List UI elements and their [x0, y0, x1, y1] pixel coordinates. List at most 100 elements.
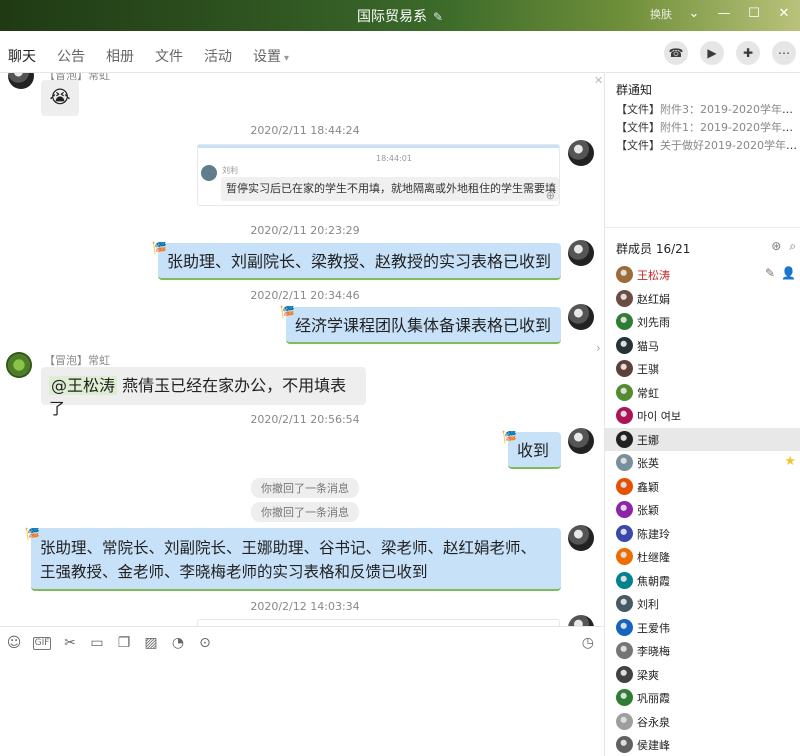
video-call-icon[interactable]: ▶	[700, 41, 724, 65]
quoted-message-card[interactable]	[197, 619, 560, 626]
avatar	[616, 618, 633, 636]
zoom-in-icon[interactable]: ⊕	[546, 189, 555, 202]
timestamp: 2020/2/11 20:23:29	[250, 224, 360, 237]
gif-icon[interactable]: GIF	[33, 637, 51, 650]
member-item[interactable]: 巩丽霞	[605, 686, 800, 709]
member-item[interactable]: 王松涛 ✎ 👤	[605, 263, 800, 286]
notice-item[interactable]: 【文件】附件3：2019-2020学年度第二...	[616, 101, 798, 117]
member-item[interactable]: 张颖	[605, 498, 800, 521]
member-item[interactable]: 常虹	[605, 381, 800, 404]
member-item[interactable]: 刘先雨	[605, 310, 800, 333]
skin-button[interactable]: 换肤	[650, 6, 672, 22]
avatar	[616, 712, 633, 730]
avatar[interactable]	[6, 352, 32, 378]
message-text: 张助理、常院长、刘副院长、王娜助理、谷书记、梁老师、赵红娟老师、	[40, 539, 537, 557]
member-manage-icon[interactable]: ⊛	[771, 239, 781, 254]
avatar[interactable]	[568, 240, 594, 266]
tab-files[interactable]: 文件	[155, 46, 183, 66]
emoji-message[interactable]: 😭	[41, 80, 79, 116]
avatar[interactable]	[8, 73, 34, 89]
edit-icon[interactable]: ✎	[433, 10, 443, 24]
member-item[interactable]: 猫马	[605, 334, 800, 357]
sender-name: 【冒泡】常虹	[44, 354, 110, 367]
edit-icon[interactable]: ✎	[765, 266, 775, 280]
phone-icon[interactable]: ☎	[664, 41, 688, 65]
maximize-button[interactable]: ☐	[746, 6, 762, 22]
tab-announcement[interactable]: 公告	[57, 46, 85, 66]
tab-settings[interactable]: 设置 ▾	[253, 46, 289, 66]
member-name: 刘先雨	[637, 316, 670, 329]
message-bubble[interactable]: @王松涛 燕倩玉已经在家办公，不用填表了	[41, 367, 366, 418]
member-item[interactable]: 鑫颖	[605, 475, 800, 498]
folder-icon[interactable]: ▭	[89, 635, 105, 651]
quote-time: 18:44:01	[376, 154, 412, 163]
close-button[interactable]: ✕	[776, 6, 792, 22]
member-item[interactable]: 杜继隆	[605, 545, 800, 568]
notice-item[interactable]: 【文件】附件1：2019-2020学年度第二...	[616, 119, 798, 135]
avatar[interactable]	[568, 428, 594, 454]
avatar[interactable]	[568, 615, 594, 626]
message-bubble[interactable]: 🎏 经济学课程团队集体备课表格已收到	[280, 305, 561, 344]
tab-chat[interactable]: 聊天	[8, 46, 36, 66]
scissors-icon[interactable]: ✂	[62, 635, 78, 651]
member-item[interactable]: 刘利	[605, 592, 800, 615]
member-item[interactable]: 张英 ★	[605, 451, 800, 474]
message-bubble[interactable]: 🎏 收到	[502, 430, 561, 469]
add-chat-icon[interactable]: ✚	[736, 41, 760, 65]
member-item[interactable]: 王爱伟	[605, 616, 800, 639]
quoted-message-card[interactable]: 18:44:01 刘利 暂停实习后已在家的学生不用填，就地隔离或外地租住的学生需…	[197, 144, 560, 206]
history-icon[interactable]: ◷	[582, 635, 594, 651]
doc-icon[interactable]: ❐	[116, 635, 132, 651]
avatar	[616, 642, 633, 659]
member-item[interactable]: 陈建玲	[605, 522, 800, 545]
member-item[interactable]: 李晓梅	[605, 639, 800, 662]
member-name: 杜继隆	[637, 551, 670, 564]
member-name: 侯建峰	[637, 739, 670, 752]
member-item[interactable]: 梁爽	[605, 663, 800, 686]
member-item[interactable]: 王娜	[605, 427, 800, 451]
member-item[interactable]: 谷永泉	[605, 710, 800, 733]
recall-notice: 你撤回了一条消息	[251, 502, 359, 522]
tab-album[interactable]: 相册	[106, 46, 134, 66]
chat-history[interactable]: 【冒泡】常虹 😭 2020/2/11 18:44:24 18:44:01 刘利 …	[0, 73, 604, 626]
member-name: 陈建玲	[637, 527, 670, 541]
notice-text: 关于做好2019-2020学年度第...	[660, 139, 798, 152]
mention[interactable]: @王松涛	[49, 376, 118, 395]
input-area[interactable]: ☺ GIF ✂ ▭ ❐ ▨ ◔ ⊙ ◷	[0, 626, 604, 756]
search-icon[interactable]: ⌕	[789, 239, 796, 254]
timestamp: 2020/2/11 18:44:24	[250, 124, 360, 137]
chevron-down-icon[interactable]: ⌄	[686, 6, 702, 22]
member-name: 赵红娟	[637, 292, 670, 306]
avatar	[616, 313, 633, 330]
avatar[interactable]	[568, 525, 594, 551]
quote-highlight	[198, 145, 559, 148]
member-item[interactable]: 마이 여보	[605, 404, 800, 427]
message-bubble[interactable]: 🎏 张助理、刘副院长、梁教授、赵教授的实习表格已收到	[152, 241, 561, 280]
member-item[interactable]: 焦朝霞	[605, 569, 800, 592]
avatar	[616, 524, 633, 542]
notice-title[interactable]: 群通知	[616, 81, 652, 98]
minimize-button[interactable]: —	[716, 6, 732, 22]
close-icon[interactable]: ✕	[594, 74, 603, 87]
member-item[interactable]: 侯建峰	[605, 733, 800, 756]
more-icon[interactable]: ⋯	[772, 41, 796, 65]
message-bubble[interactable]: 🎏 张助理、常院长、刘副院长、王娜助理、谷书记、梁老师、赵红娟老师、 王强教授、…	[25, 527, 561, 591]
notice-tag: 【文件】	[616, 121, 660, 134]
image-icon[interactable]: ▨	[143, 635, 159, 651]
tab-activity[interactable]: 活动	[204, 46, 232, 66]
member-item[interactable]: 赵红娟	[605, 287, 800, 310]
message-text: 经济学课程团队集体备课表格已收到	[295, 316, 552, 335]
flag-icon: 🎏	[502, 430, 517, 444]
notice-item[interactable]: 【文件】关于做好2019-2020学年度第...	[616, 137, 798, 153]
notice-text: 附件3：2019-2020学年度第二...	[660, 103, 798, 116]
member-item[interactable]: 王骐	[605, 357, 800, 380]
avatar	[616, 501, 633, 518]
emoji-icon[interactable]: ☺	[6, 635, 22, 651]
bell-icon[interactable]: ◔	[170, 635, 186, 651]
member-name: 鑫颖	[637, 480, 659, 494]
more-icon[interactable]: ⊙	[197, 635, 213, 651]
avatar[interactable]	[568, 140, 594, 166]
avatar[interactable]	[568, 304, 594, 330]
notice-tag: 【文件】	[616, 139, 660, 152]
chevron-right-icon[interactable]: ›	[596, 341, 601, 355]
